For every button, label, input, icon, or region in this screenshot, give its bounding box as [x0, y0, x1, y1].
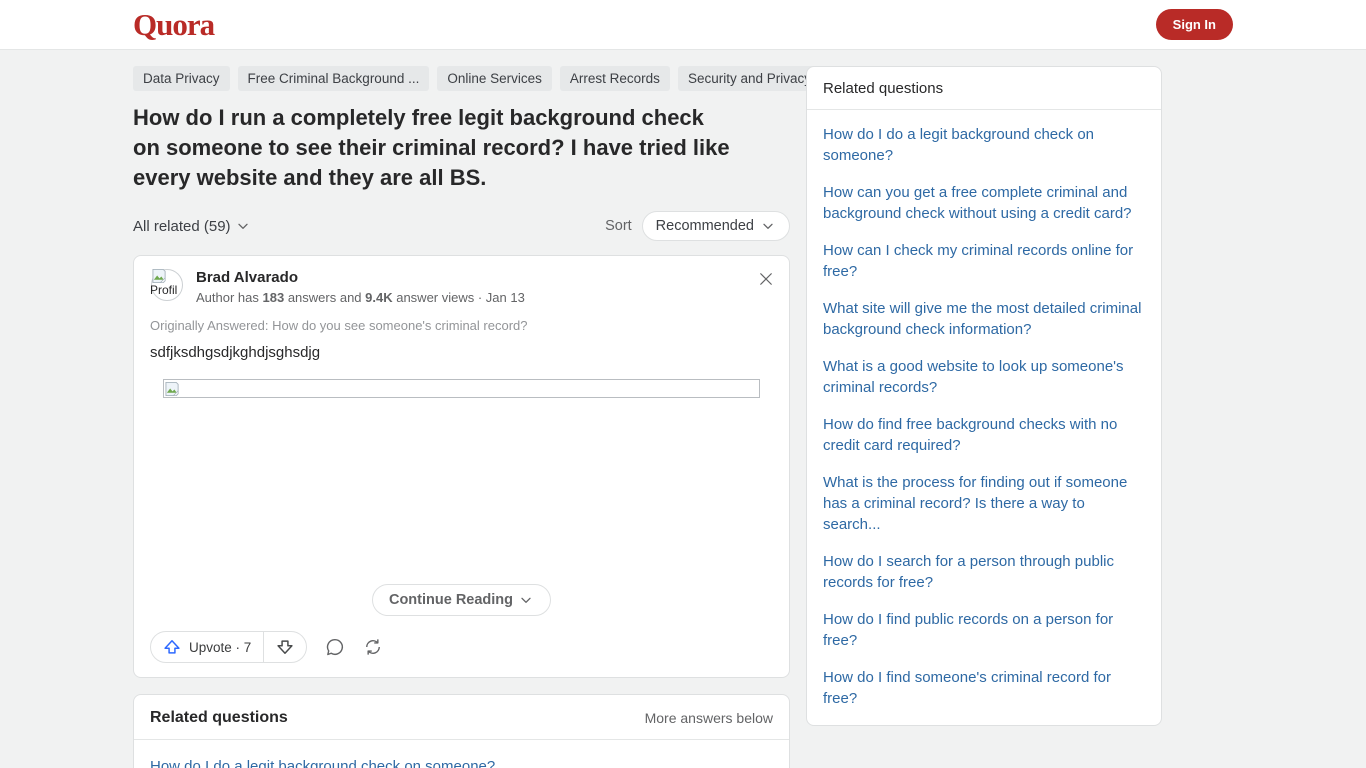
comment-icon[interactable]	[325, 637, 345, 657]
answer-body-text: sdfjksdhgsdjkghdjsghsdjg	[150, 344, 321, 361]
author-name[interactable]: Brad Alvarado	[196, 269, 525, 286]
sort-control: Sort Recommended	[605, 211, 790, 241]
upvote-label: Upvote · 7	[189, 639, 252, 655]
related-question-link[interactable]: What is the process for finding out if s…	[823, 472, 1145, 535]
sort-value: Recommended	[655, 218, 754, 234]
quora-logo[interactable]: Quora	[133, 9, 215, 40]
sidebar-question-list: How do I do a legit background check on …	[807, 110, 1161, 725]
answer-image-area	[163, 379, 760, 584]
originally-answered: Originally Answered: How do you see some…	[150, 318, 528, 333]
broken-image-icon	[165, 381, 179, 396]
answer-header: Profil Brad Alvarado Author has 183 answ…	[150, 268, 773, 305]
continue-reading-button[interactable]: Continue Reading	[371, 584, 552, 616]
topic-tag[interactable]: Online Services	[437, 66, 552, 91]
filter-row: All related (59) Sort Recommended	[133, 211, 790, 241]
avatar[interactable]: Profil	[150, 268, 186, 304]
close-icon[interactable]	[757, 270, 775, 288]
related-question-link[interactable]: What is a good website to look up someon…	[823, 356, 1145, 398]
more-answers-card: Related questions More answers below How…	[133, 694, 790, 768]
avatar-alt-text: Profil	[150, 283, 178, 297]
related-question-link[interactable]: How can you get a free complete criminal…	[823, 182, 1145, 224]
related-questions-title: Related questions	[150, 709, 288, 726]
page-content: Data Privacy Free Criminal Background ..…	[133, 66, 1366, 768]
broken-answer-image	[163, 379, 760, 398]
sidebar-related-questions-title: Related questions	[823, 80, 944, 97]
related-question-link[interactable]: How do I search for a person through pub…	[823, 551, 1145, 593]
topic-tag[interactable]: Data Privacy	[133, 66, 230, 91]
question-title: How do I run a completely free legit bac…	[133, 105, 730, 190]
related-questions-card: Related questions How do I do a legit ba…	[806, 66, 1162, 726]
related-question-link[interactable]: How do I do a legit background check on …	[823, 124, 1145, 166]
topic-tag[interactable]: Free Criminal Background ...	[237, 66, 430, 91]
sidebar: Related questions How do I do a legit ba…	[806, 66, 1162, 768]
topic-tag[interactable]: Security and Privacy	[677, 66, 821, 91]
vote-pill: Upvote · 7	[150, 631, 308, 663]
related-question-link[interactable]: How do I do a legit background check on …	[150, 756, 773, 768]
more-answers-list: How do I do a legit background check on …	[134, 740, 789, 768]
upvote-icon	[164, 640, 180, 654]
repost-icon[interactable]	[363, 637, 383, 657]
related-question-link[interactable]: What site will give me the most detailed…	[823, 298, 1145, 340]
top-navigation-bar: Quora Sign In	[0, 0, 1366, 50]
topic-tag[interactable]: Arrest Records	[559, 66, 670, 91]
topic-tags-row: Data Privacy Free Criminal Background ..…	[133, 66, 869, 91]
sign-in-button[interactable]: Sign In	[1155, 9, 1233, 40]
answer-card: Profil Brad Alvarado Author has 183 answ…	[133, 255, 790, 678]
downvote-icon	[277, 640, 293, 654]
answer-action-bar: Upvote · 7	[150, 631, 773, 663]
related-question-link[interactable]: How do I find public records on a person…	[823, 609, 1145, 651]
answers-count: 183	[262, 290, 285, 305]
more-answers-header: Related questions More answers below	[134, 695, 789, 739]
continue-reading-row: Continue Reading	[150, 584, 773, 616]
sort-label: Sort	[605, 218, 632, 234]
sort-dropdown[interactable]: Recommended	[641, 211, 790, 241]
upvote-button[interactable]: Upvote · 7	[151, 632, 263, 662]
related-question-link[interactable]: How do find free background checks with …	[823, 414, 1145, 456]
author-meta: Author has 183 answers and 9.4K answer v…	[196, 290, 525, 305]
continue-reading-label: Continue Reading	[388, 592, 514, 608]
related-question-link[interactable]: How can I check my criminal records onli…	[823, 240, 1145, 282]
more-answers-below-label: More answers below	[644, 710, 773, 726]
all-related-label: All related (59)	[133, 217, 231, 235]
broken-image-icon	[152, 268, 166, 284]
all-related-dropdown[interactable]: All related (59)	[133, 218, 251, 235]
related-question-link[interactable]: How do I find someone's criminal record …	[823, 667, 1145, 709]
chevron-down-icon	[237, 223, 248, 229]
chevron-down-icon	[763, 223, 773, 229]
views-count: 9.4K	[365, 290, 393, 305]
main-column: Data Privacy Free Criminal Background ..…	[133, 66, 869, 768]
downvote-button[interactable]	[264, 632, 306, 662]
author-block: Brad Alvarado Author has 183 answers and…	[196, 268, 525, 305]
chevron-down-icon	[521, 597, 531, 603]
